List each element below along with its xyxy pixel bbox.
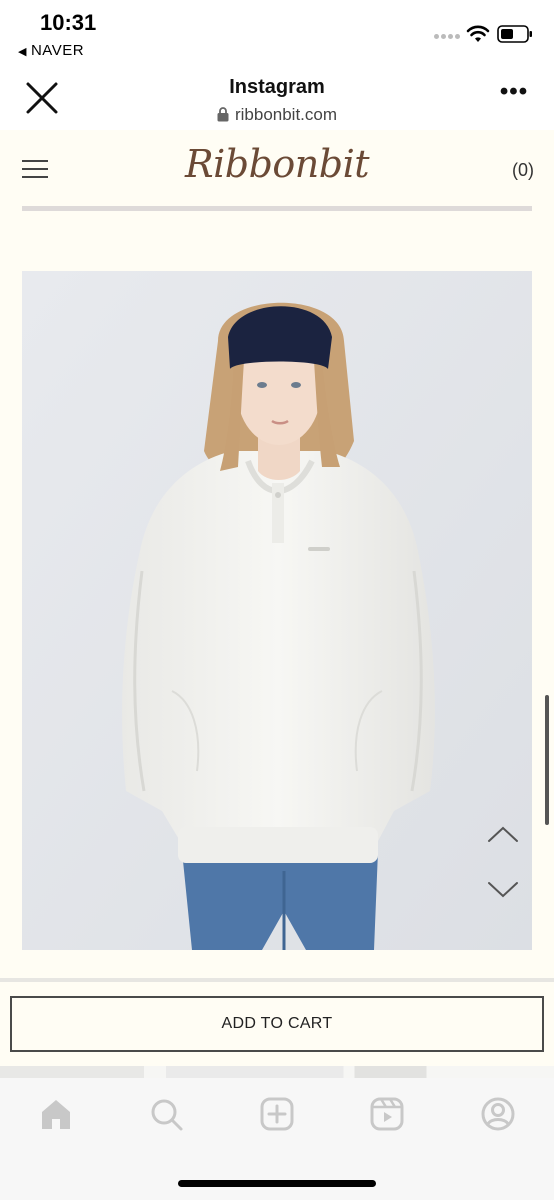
back-app-label: NAVER [30,42,85,59]
chevron-down-icon[interactable] [486,879,520,901]
lock-icon [217,107,229,122]
search-icon[interactable] [148,1096,184,1132]
site-header: Ribbonbit (0) [0,130,554,212]
section-divider [0,978,554,982]
browser-url-text: ribbonbit.com [234,105,338,124]
content-below-preview [0,1066,554,1078]
page-scrollbar[interactable] [545,695,549,825]
header-divider [22,206,532,211]
status-time: 10:31 [40,10,97,35]
status-bar: 10:31 ◀ NAVER [0,0,554,64]
browser-title: Instagram [229,76,325,98]
browser-header: Instagram ribbonbit.com ••• [0,64,554,130]
home-indicator[interactable] [178,1180,376,1187]
product-photo-illustration [22,271,532,950]
profile-icon[interactable] [480,1096,516,1132]
battery-icon [497,25,532,43]
browser-url[interactable]: ribbonbit.com [0,105,554,125]
reels-icon[interactable] [369,1096,405,1132]
back-to-app-link[interactable]: ◀ NAVER [18,42,84,59]
add-to-cart-button[interactable]: ADD TO CART [10,996,544,1052]
more-dots-icon[interactable]: ••• [496,80,532,110]
back-triangle-icon: ◀ [18,46,27,58]
wifi-icon [466,25,490,42]
site-logo[interactable]: Ribbonbit [0,142,554,186]
cart-count-link[interactable]: (0) [512,160,534,181]
create-icon[interactable] [259,1096,295,1132]
product-image[interactable] [22,271,532,950]
chevron-up-icon[interactable] [486,823,520,845]
cellular-signal-icon [434,34,460,42]
home-icon[interactable] [38,1096,74,1132]
